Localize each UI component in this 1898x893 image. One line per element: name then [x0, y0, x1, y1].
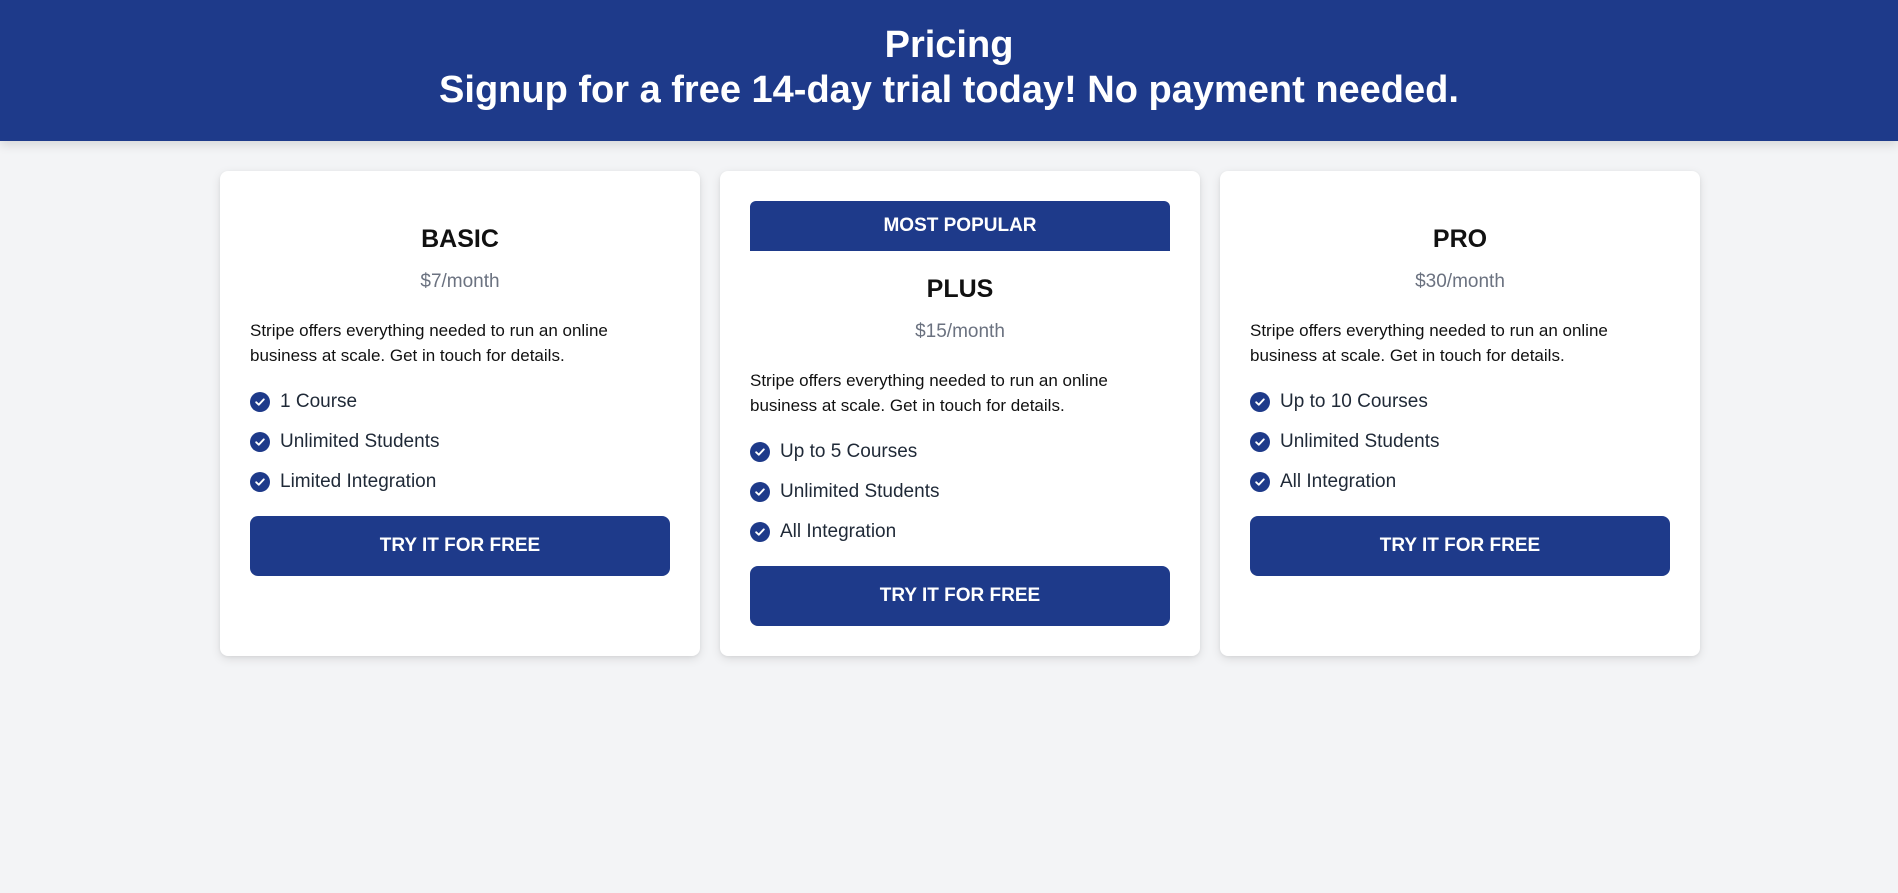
check-circle-icon	[750, 442, 770, 462]
plan-name: PLUS	[926, 275, 994, 303]
feature-item: Unlimited Students	[1250, 422, 1670, 462]
feature-list: 1 Course Unlimited Students Limited Inte…	[250, 382, 670, 502]
plan-price: $30/month	[1415, 271, 1505, 292]
feature-item: Limited Integration	[250, 462, 670, 502]
pricing-card-plus: MOST POPULAR PLUS $15/month Stripe offer…	[720, 171, 1200, 656]
pricing-card-basic: BASIC $7/month Stripe offers everything …	[220, 171, 700, 656]
feature-item: Unlimited Students	[250, 422, 670, 462]
feature-item: Up to 5 Courses	[750, 432, 1170, 472]
plan-price: $15/month	[915, 321, 1005, 342]
check-circle-icon	[1250, 472, 1270, 492]
feature-label: Unlimited Students	[780, 481, 940, 502]
plan-name: BASIC	[421, 225, 499, 253]
check-circle-icon	[250, 472, 270, 492]
try-free-button-plus[interactable]: TRY IT FOR FREE	[750, 566, 1170, 626]
check-circle-icon	[250, 392, 270, 412]
check-circle-icon	[1250, 432, 1270, 452]
feature-label: Limited Integration	[280, 471, 437, 492]
plan-name: PRO	[1432, 225, 1488, 253]
plan-description: Stripe offers everything needed to run a…	[750, 371, 1108, 415]
feature-label: 1 Course	[280, 391, 358, 412]
feature-label: Unlimited Students	[1280, 431, 1440, 452]
most-popular-badge: MOST POPULAR	[750, 201, 1170, 251]
try-free-button-pro[interactable]: TRY IT FOR FREE	[1250, 516, 1670, 576]
feature-label: All Integration	[780, 521, 897, 542]
feature-item: All Integration	[750, 512, 1170, 552]
feature-item: All Integration	[1250, 462, 1670, 502]
feature-label: Unlimited Students	[280, 431, 440, 452]
pricing-cards: BASIC $7/month Stripe offers everything …	[0, 0, 1898, 893]
check-circle-icon	[750, 482, 770, 502]
check-circle-icon	[250, 432, 270, 452]
plan-description: Stripe offers everything needed to run a…	[1250, 321, 1608, 365]
check-circle-icon	[1250, 392, 1270, 412]
try-free-button-basic[interactable]: TRY IT FOR FREE	[250, 516, 670, 576]
check-circle-icon	[750, 522, 770, 542]
pricing-card-pro: PRO $30/month Stripe offers everything n…	[1220, 171, 1700, 656]
feature-item: Unlimited Students	[750, 472, 1170, 512]
feature-item: Up to 10 Courses	[1250, 382, 1670, 422]
feature-list: Up to 5 Courses Unlimited Students All I…	[750, 432, 1170, 552]
plan-description: Stripe offers everything needed to run a…	[250, 321, 608, 365]
feature-list: Up to 10 Courses Unlimited Students All …	[1250, 382, 1670, 502]
feature-label: Up to 5 Courses	[780, 441, 918, 462]
feature-label: Up to 10 Courses	[1280, 391, 1428, 412]
feature-label: All Integration	[1280, 471, 1397, 492]
feature-item: 1 Course	[250, 382, 670, 422]
plan-price: $7/month	[420, 271, 500, 292]
